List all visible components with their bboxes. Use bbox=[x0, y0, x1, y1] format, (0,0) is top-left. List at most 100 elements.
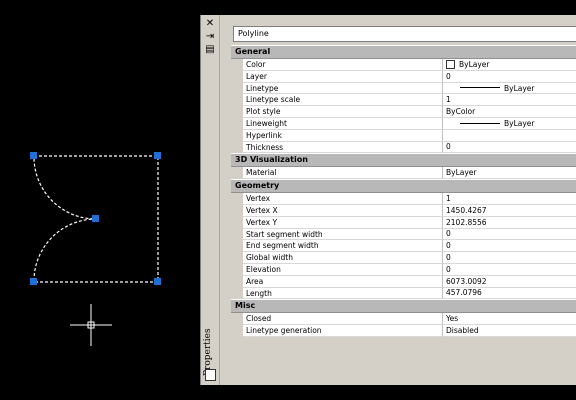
close-icon[interactable]: ✕ bbox=[204, 18, 216, 30]
row-gutter bbox=[231, 129, 243, 142]
property-value[interactable]: ByLayer bbox=[443, 167, 576, 180]
property-value[interactable]: 0 bbox=[443, 141, 576, 154]
property-value-text: 0 bbox=[446, 71, 451, 81]
property-row[interactable]: Length 457.0796 bbox=[231, 287, 576, 300]
grip-top-right[interactable] bbox=[154, 152, 161, 159]
property-row[interactable]: Start segment width 0 bbox=[231, 228, 576, 241]
property-row[interactable]: Linetype generation Disabled bbox=[231, 325, 576, 337]
property-value[interactable]: 0 bbox=[443, 252, 576, 264]
grip-bottom-left[interactable] bbox=[30, 278, 37, 285]
property-value[interactable]: 1 bbox=[443, 94, 576, 107]
property-value[interactable]: 457.0796 bbox=[443, 287, 576, 300]
property-row[interactable]: Hyperlink bbox=[231, 129, 576, 142]
property-value-text: ByLayer bbox=[459, 59, 490, 69]
property-value-text: 0 bbox=[446, 229, 451, 239]
property-row[interactable]: Vertex Y 2102.8556 bbox=[231, 216, 576, 229]
property-value[interactable]: 1 bbox=[443, 193, 576, 205]
property-name: End segment width bbox=[243, 240, 443, 253]
row-gutter bbox=[231, 167, 243, 180]
row-gutter bbox=[231, 70, 243, 83]
property-row[interactable]: Lineweight ByLayer bbox=[231, 117, 576, 130]
property-value[interactable]: 2102.8556 bbox=[443, 216, 576, 229]
property-value-text: Yes bbox=[446, 314, 459, 324]
property-value[interactable]: ByLayer bbox=[443, 117, 576, 130]
property-value-text: 0 bbox=[446, 253, 451, 263]
grip-top-left[interactable] bbox=[30, 152, 37, 159]
row-gutter bbox=[231, 117, 243, 130]
property-row[interactable]: Plot style ByColor bbox=[231, 106, 576, 118]
property-value-text: ByLayer bbox=[446, 168, 477, 178]
row-gutter bbox=[231, 59, 243, 71]
property-value-text: 457.0796 bbox=[446, 288, 482, 298]
property-name: Vertex Y bbox=[243, 216, 443, 229]
property-value[interactable]: ByColor bbox=[443, 106, 576, 118]
property-value-text: 6073.0092 bbox=[446, 276, 487, 286]
row-gutter bbox=[231, 240, 243, 253]
category-header[interactable]: 3D Visualization bbox=[231, 153, 576, 168]
row-gutter bbox=[231, 193, 243, 205]
property-value[interactable]: 0 bbox=[443, 240, 576, 253]
row-gutter bbox=[231, 82, 243, 95]
row-gutter bbox=[231, 263, 243, 276]
property-name: Linetype scale bbox=[243, 94, 443, 107]
property-name: Global width bbox=[243, 252, 443, 264]
property-row[interactable]: Area 6073.0092 bbox=[231, 275, 576, 288]
property-name: Linetype generation bbox=[243, 325, 443, 337]
property-value[interactable]: 0 bbox=[443, 228, 576, 241]
property-value[interactable]: ByLayer bbox=[443, 59, 576, 71]
row-gutter bbox=[231, 313, 243, 326]
property-row[interactable]: Thickness 0 bbox=[231, 141, 576, 154]
property-value[interactable] bbox=[443, 129, 576, 142]
category-header[interactable]: Misc bbox=[231, 299, 576, 314]
row-gutter bbox=[231, 141, 243, 154]
grip-bottom-right[interactable] bbox=[154, 278, 161, 285]
color-swatch-icon bbox=[446, 59, 455, 69]
palette-title-strip: ✕ ⇥ ▤ Properties bbox=[201, 15, 220, 385]
property-value[interactable]: 6073.0092 bbox=[443, 275, 576, 288]
category-header[interactable]: Geometry bbox=[231, 179, 576, 194]
property-row[interactable]: Color ByLayer bbox=[231, 59, 576, 71]
property-name: Elevation bbox=[243, 263, 443, 276]
properties-palette: ✕ ⇥ ▤ Properties Polyline General Color By… bbox=[200, 15, 576, 385]
row-gutter bbox=[231, 94, 243, 107]
property-value[interactable]: 0 bbox=[443, 263, 576, 276]
row-gutter bbox=[231, 252, 243, 264]
category-header[interactable]: General bbox=[231, 45, 576, 59]
property-row[interactable]: Closed Yes bbox=[231, 313, 576, 326]
palette-menu-icon[interactable] bbox=[205, 369, 216, 381]
property-row[interactable]: End segment width 0 bbox=[231, 240, 576, 253]
property-value[interactable]: ByLayer bbox=[443, 82, 576, 95]
property-row[interactable]: Vertex X 1450.4267 bbox=[231, 204, 576, 217]
object-type-dropdown[interactable]: Polyline bbox=[233, 26, 576, 42]
property-row[interactable]: Global width 0 bbox=[231, 252, 576, 264]
property-row[interactable]: Linetype ByLayer bbox=[231, 82, 576, 95]
auto-hide-icon[interactable]: ⇥ bbox=[204, 31, 216, 43]
drawing-canvas[interactable] bbox=[0, 0, 200, 400]
palette-properties-icon[interactable]: ▤ bbox=[204, 44, 216, 56]
property-value-text: 1 bbox=[446, 194, 451, 204]
row-gutter bbox=[231, 287, 243, 300]
property-value[interactable]: 1450.4267 bbox=[443, 204, 576, 217]
property-value-text: Disabled bbox=[446, 326, 479, 336]
property-value-text: 1 bbox=[446, 95, 451, 105]
property-value-text: 2102.8556 bbox=[446, 217, 487, 227]
grip-arc-midpoint[interactable] bbox=[92, 215, 99, 222]
property-row[interactable]: Elevation 0 bbox=[231, 263, 576, 276]
property-name: Plot style bbox=[243, 106, 443, 118]
property-row[interactable]: Linetype scale 1 bbox=[231, 94, 576, 107]
property-name: Color bbox=[243, 59, 443, 71]
line-sample-icon bbox=[460, 87, 500, 89]
property-value-text: 0 bbox=[446, 142, 451, 152]
property-name: Lineweight bbox=[243, 117, 443, 130]
property-name: Linetype bbox=[243, 82, 443, 95]
property-value[interactable]: Disabled bbox=[443, 325, 576, 337]
property-name: Layer bbox=[243, 70, 443, 83]
row-gutter bbox=[231, 216, 243, 229]
row-gutter bbox=[231, 204, 243, 217]
property-value[interactable]: 0 bbox=[443, 70, 576, 83]
property-value[interactable]: Yes bbox=[443, 313, 576, 326]
property-value-text: ByColor bbox=[446, 107, 476, 117]
property-row[interactable]: Vertex 1 bbox=[231, 193, 576, 205]
property-row[interactable]: Layer 0 bbox=[231, 70, 576, 83]
property-row[interactable]: Material ByLayer bbox=[231, 167, 576, 180]
